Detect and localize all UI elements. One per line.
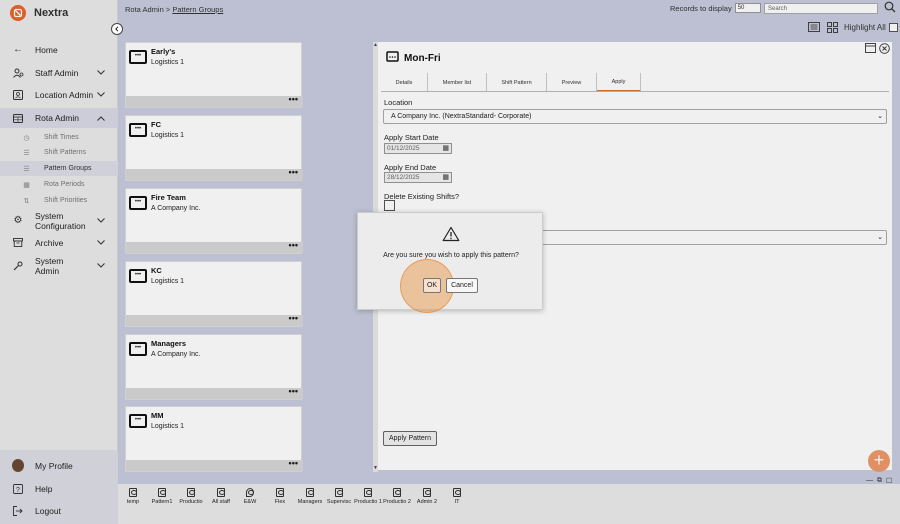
cancel-button[interactable]: Cancel: [446, 278, 478, 293]
sidebar-collapse-button[interactable]: [111, 23, 123, 35]
confirm-dialog: Are you sure you wish to apply this patt…: [357, 212, 543, 313]
dialog-message: Are you sure you wish to apply this patt…: [383, 252, 519, 259]
ok-button[interactable]: OK: [423, 278, 441, 293]
warning-icon: [442, 226, 460, 242]
